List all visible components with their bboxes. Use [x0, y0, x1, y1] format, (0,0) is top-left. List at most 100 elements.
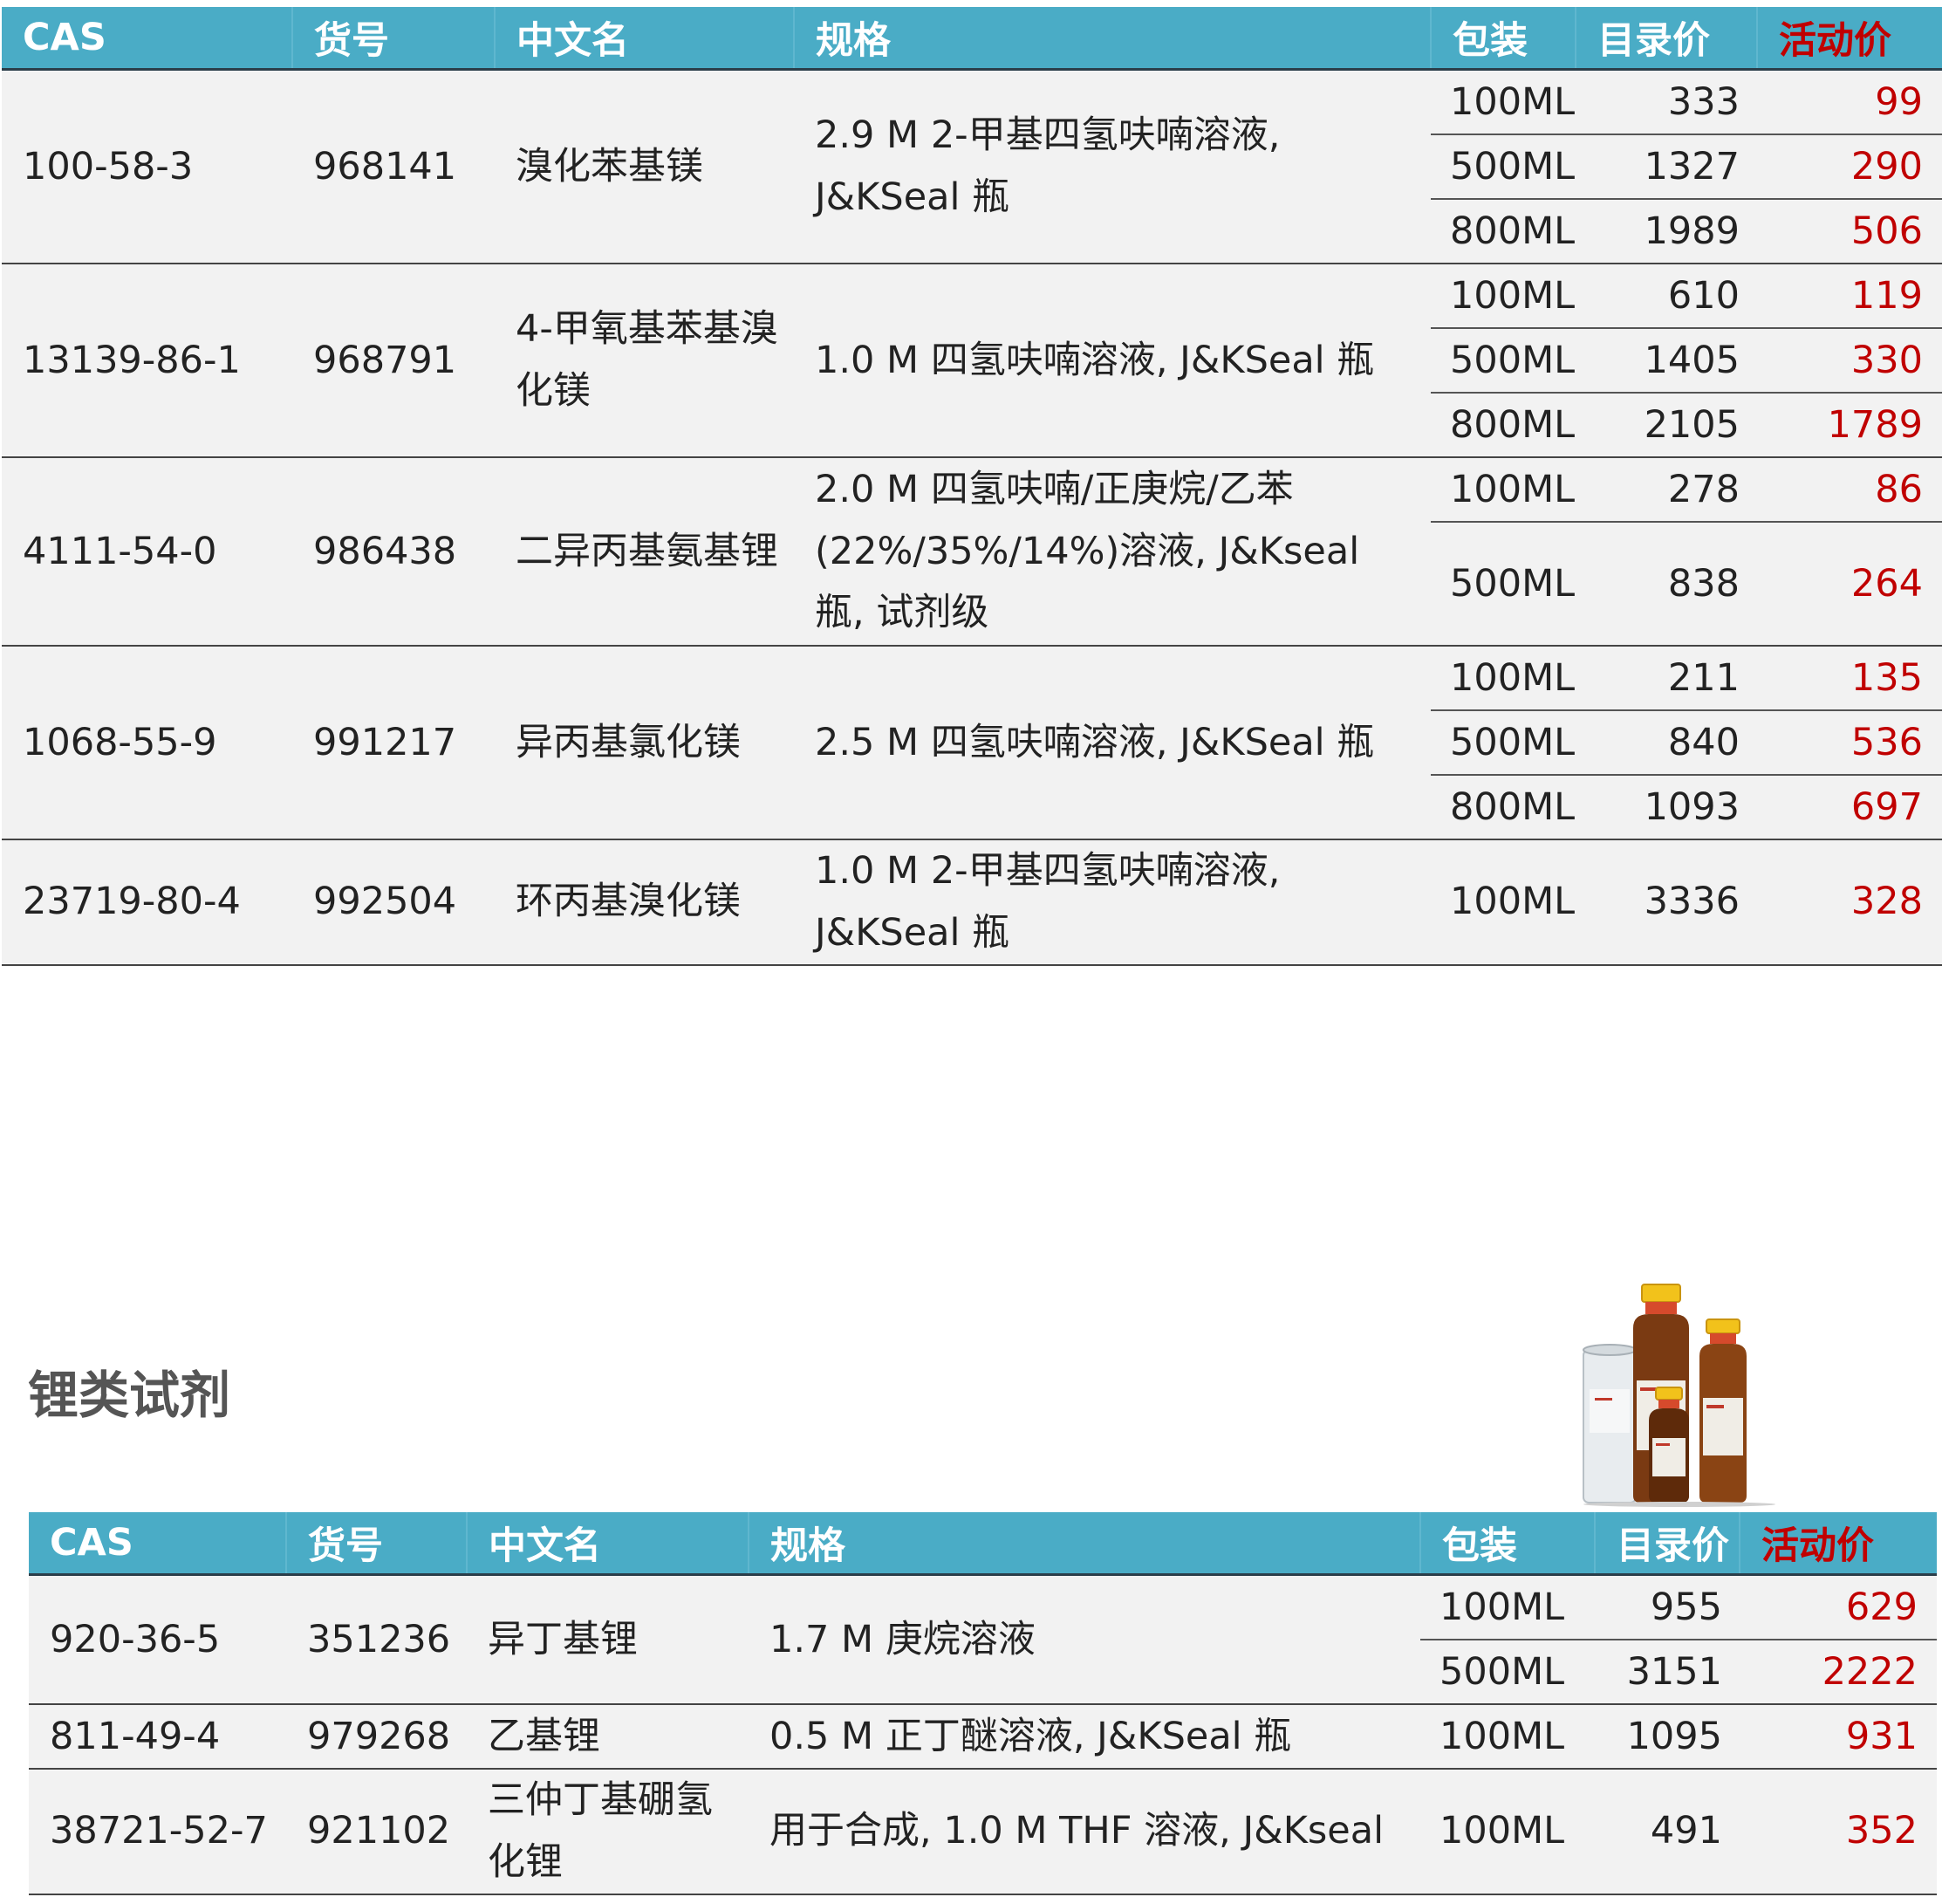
cas-cell: 920-36-5 — [29, 1573, 286, 1704]
package-cell: 100ML — [1431, 68, 1576, 134]
name-cell: 二异丙基氨基锂 — [495, 456, 794, 646]
name-cell: 溴化苯基镁 — [495, 68, 794, 264]
spec-cell: 1.0 M 2-甲基四氢呋喃溶液, J&KSeal 瓶 — [794, 839, 1431, 966]
item-no-cell: 992504 — [292, 839, 495, 966]
name-cell: 4-甲氧基苯基溴化镁 — [495, 263, 794, 457]
table-row: 920-36-5 351236 异丁基锂 1.7 M 庚烷溶液 100ML 95… — [29, 1573, 1937, 1704]
spec-cell: 0.5 M 正丁醚溶液, J&KSeal 瓶 — [749, 1703, 1420, 1769]
lithium-price-table: CAS 货号 中文名 规格 包装 目录价 活动价 920-36-5 351236… — [29, 1512, 1937, 1895]
header-promo-price: 活动价 — [1739, 1512, 1937, 1576]
header-package: 包装 — [1419, 1512, 1595, 1576]
cas-cell: 38721-52-7 — [29, 1768, 286, 1895]
header-package: 包装 — [1430, 7, 1576, 71]
item-no-cell: 968141 — [292, 68, 495, 264]
table-row: 13139-86-1 968791 4-甲氧基苯基溴化镁 1.0 M 四氢呋喃溶… — [2, 263, 1942, 457]
promo-price-cell: 290 — [1757, 134, 1942, 199]
header-name: 中文名 — [494, 7, 794, 71]
table-row: 23719-80-4 992504 环丙基溴化镁 1.0 M 2-甲基四氢呋喃溶… — [2, 839, 1942, 966]
list-price-cell: 838 — [1576, 521, 1757, 646]
package-cell: 500ML — [1431, 709, 1576, 775]
table-header-row: CAS 货号 中文名 规格 包装 目录价 活动价 — [2, 7, 1942, 71]
list-price-cell: 1327 — [1576, 134, 1757, 199]
name-cell: 三仲丁基硼氢化锂 — [467, 1768, 749, 1895]
spec-cell: 2.5 M 四氢呋喃溶液, J&KSeal 瓶 — [794, 645, 1431, 839]
table-row: 38721-52-7 921102 三仲丁基硼氢化锂 用于合成, 1.0 M T… — [29, 1768, 1937, 1895]
list-price-cell: 2105 — [1576, 392, 1757, 457]
header-spec: 规格 — [793, 7, 1431, 71]
list-price-cell: 1405 — [1576, 327, 1757, 393]
grignard-price-table: CAS 货号 中文名 规格 包装 目录价 活动价 100-58-3 968141… — [2, 7, 1942, 966]
cas-cell: 23719-80-4 — [2, 839, 292, 966]
promo-price-cell: 328 — [1757, 839, 1942, 966]
item-no-cell: 986438 — [292, 456, 495, 646]
package-cell: 100ML — [1431, 645, 1576, 710]
package-cell: 800ML — [1431, 392, 1576, 457]
table-row: 100-58-3 968141 溴化苯基镁 2.9 M 2-甲基四氢呋喃溶液, … — [2, 68, 1942, 264]
name-cell: 乙基锂 — [467, 1703, 749, 1769]
cas-cell: 100-58-3 — [2, 68, 292, 264]
item-no-cell: 979268 — [286, 1703, 467, 1769]
package-cell: 100ML — [1431, 456, 1576, 522]
header-list-price: 目录价 — [1575, 7, 1757, 71]
package-cell: 100ML — [1420, 1768, 1595, 1895]
list-price-cell: 333 — [1576, 68, 1757, 134]
header-cas: CAS — [29, 1512, 286, 1576]
header-spec: 规格 — [748, 1512, 1420, 1576]
promo-price-cell: 86 — [1757, 456, 1942, 522]
table-row: 811-49-4 979268 乙基锂 0.5 M 正丁醚溶液, J&KSeal… — [29, 1703, 1937, 1769]
promo-price-cell: 99 — [1757, 68, 1942, 134]
cas-cell: 1068-55-9 — [2, 645, 292, 839]
list-price-cell: 491 — [1595, 1768, 1740, 1895]
promo-price-cell: 697 — [1757, 774, 1942, 839]
name-cell: 环丙基溴化镁 — [495, 839, 794, 966]
promo-price-cell: 506 — [1757, 198, 1942, 264]
promo-price-cell: 1789 — [1757, 392, 1942, 457]
package-cell: 800ML — [1431, 774, 1576, 839]
list-price-cell: 840 — [1576, 709, 1757, 775]
item-no-cell: 968791 — [292, 263, 495, 457]
spec-cell: 2.0 M 四氢呋喃/正庚烷/乙苯(22%/35%/14%)溶液, J&Ksea… — [794, 456, 1431, 646]
spec-cell: 1.7 M 庚烷溶液 — [749, 1573, 1420, 1704]
package-cell: 500ML — [1431, 327, 1576, 393]
spec-cell: 1.0 M 四氢呋喃溶液, J&KSeal 瓶 — [794, 263, 1431, 457]
promo-price-cell: 536 — [1757, 709, 1942, 775]
list-price-cell: 1989 — [1576, 198, 1757, 264]
header-cas: CAS — [2, 7, 292, 71]
table-row: 1068-55-9 991217 异丙基氯化镁 2.5 M 四氢呋喃溶液, J&… — [2, 645, 1942, 839]
list-price-cell: 3151 — [1595, 1639, 1740, 1704]
package-cell: 100ML — [1431, 263, 1576, 328]
package-cell: 800ML — [1431, 198, 1576, 264]
header-promo-price: 活动价 — [1756, 7, 1942, 71]
section-title: 锂类试剂 — [28, 1366, 231, 1425]
spec-cell: 2.9 M 2-甲基四氢呋喃溶液, J&KSeal 瓶 — [794, 68, 1431, 264]
item-no-cell: 921102 — [286, 1768, 467, 1895]
header-name: 中文名 — [466, 1512, 749, 1576]
package-cell: 500ML — [1431, 521, 1576, 646]
header-item-no: 货号 — [291, 7, 495, 71]
item-no-cell: 351236 — [286, 1573, 467, 1704]
package-cell: 500ML — [1420, 1639, 1595, 1704]
list-price-cell: 211 — [1576, 645, 1757, 710]
promo-price-cell: 330 — [1757, 327, 1942, 393]
reagent-bottles-image — [1583, 1284, 1775, 1507]
promo-price-cell: 2222 — [1740, 1639, 1937, 1704]
package-cell: 100ML — [1431, 839, 1576, 966]
list-price-cell: 278 — [1576, 456, 1757, 522]
promo-price-cell: 931 — [1740, 1703, 1937, 1769]
table-header-row: CAS 货号 中文名 规格 包装 目录价 活动价 — [29, 1512, 1937, 1576]
header-item-no: 货号 — [285, 1512, 467, 1576]
spec-cell: 用于合成, 1.0 M THF 溶液, J&Kseal — [749, 1768, 1420, 1895]
list-price-cell: 610 — [1576, 263, 1757, 328]
list-price-cell: 1093 — [1576, 774, 1757, 839]
name-cell: 异丙基氯化镁 — [495, 645, 794, 839]
cas-cell: 811-49-4 — [29, 1703, 286, 1769]
package-cell: 100ML — [1420, 1703, 1595, 1769]
list-price-cell: 3336 — [1576, 839, 1757, 966]
table-row: 4111-54-0 986438 二异丙基氨基锂 2.0 M 四氢呋喃/正庚烷/… — [2, 456, 1942, 646]
promo-price-cell: 352 — [1740, 1768, 1937, 1895]
package-cell: 500ML — [1431, 134, 1576, 199]
cas-cell: 4111-54-0 — [2, 456, 292, 646]
header-list-price: 目录价 — [1594, 1512, 1740, 1576]
promo-price-cell: 135 — [1757, 645, 1942, 710]
name-cell: 异丁基锂 — [467, 1573, 749, 1704]
